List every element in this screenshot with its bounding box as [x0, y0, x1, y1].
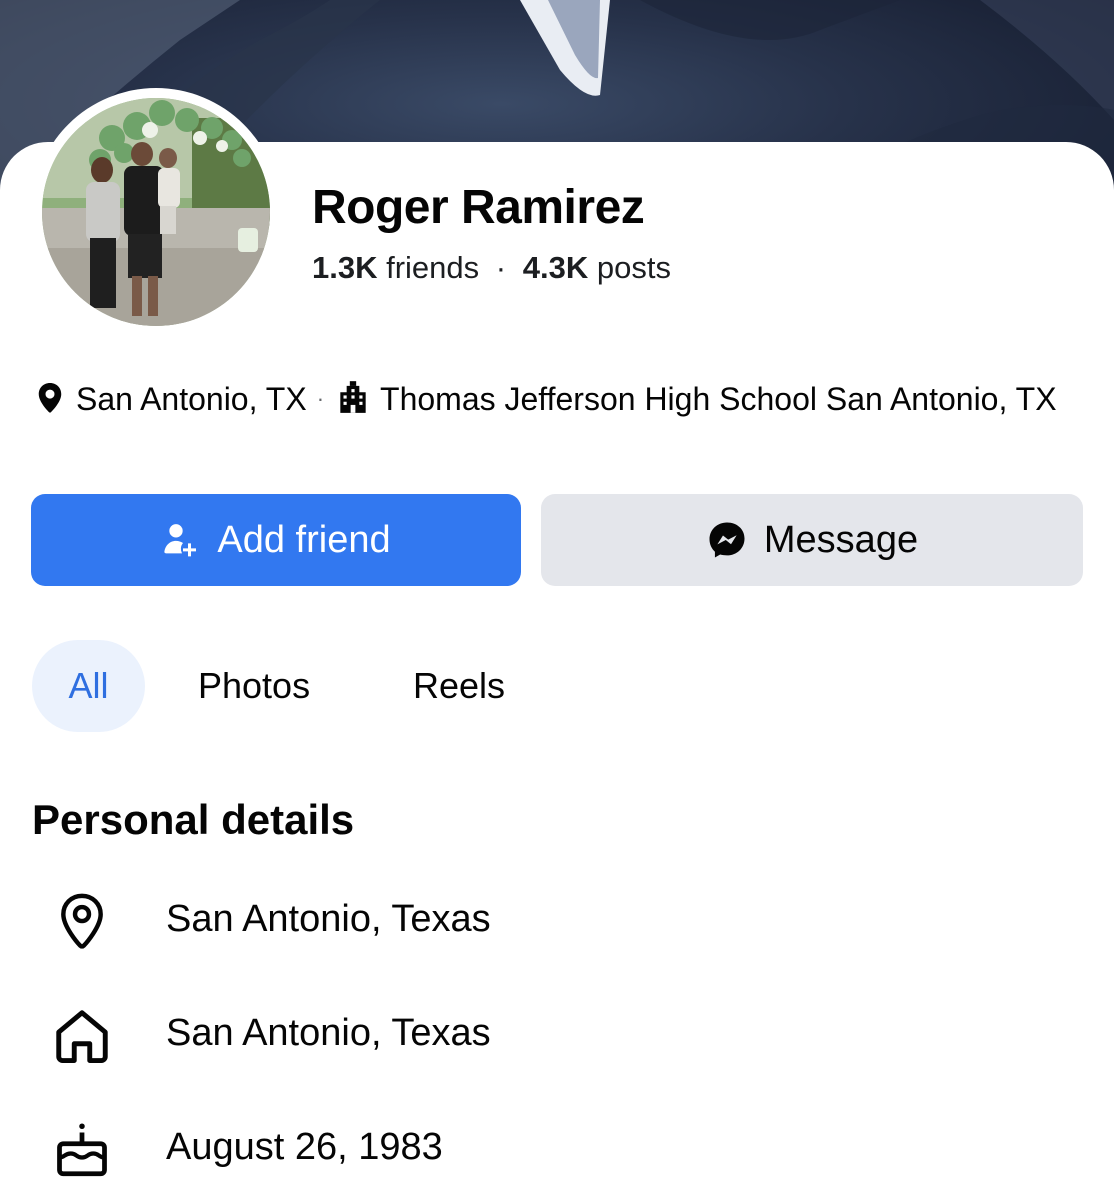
add-friend-button[interactable]: Add friend: [31, 494, 521, 586]
tab-reels[interactable]: Reels: [413, 640, 505, 732]
friends-label[interactable]: friends: [386, 250, 479, 285]
tab-photos[interactable]: Photos: [198, 640, 310, 732]
intro-location: San Antonio, TX: [76, 381, 307, 417]
person-add-icon: [161, 520, 201, 560]
profile-avatar[interactable]: [32, 88, 280, 336]
posts-label: posts: [596, 250, 671, 285]
home-icon: [50, 996, 114, 1076]
stats-separator: ·: [495, 250, 507, 285]
detail-hometown-text: San Antonio, Texas: [166, 1012, 491, 1054]
profile-stats: 1.3K friends · 4.3K posts: [312, 250, 671, 286]
messenger-icon: [706, 519, 748, 561]
profile-page: Roger Ramirez 1.3K friends · 4.3K posts …: [0, 0, 1114, 1199]
add-friend-label: Add friend: [217, 518, 391, 561]
location-pin-icon: [32, 380, 68, 426]
detail-current-city: San Antonio, Texas: [0, 882, 1114, 962]
friends-count[interactable]: 1.3K: [312, 250, 377, 285]
detail-birthday: August 26, 1983: [0, 1110, 1114, 1190]
message-button[interactable]: Message: [541, 494, 1083, 586]
posts-count: 4.3K: [522, 250, 589, 285]
detail-hometown: San Antonio, Texas: [0, 996, 1114, 1076]
birthday-cake-icon: [50, 1110, 114, 1190]
intro-separator: ·: [316, 386, 325, 411]
intro-school: Thomas Jefferson High School San Antonio…: [380, 381, 1057, 417]
school-building-icon: [334, 378, 372, 426]
avatar-photo: [42, 98, 270, 326]
avatar-photo-art: [42, 98, 270, 326]
profile-name: Roger Ramirez: [312, 181, 645, 234]
intro-line: San Antonio, TX · Thomas Jefferson High S…: [32, 378, 1092, 426]
detail-current-city-text: San Antonio, Texas: [166, 898, 491, 940]
location-pin-outline-icon: [50, 882, 114, 962]
tab-all[interactable]: All: [32, 640, 145, 732]
detail-birthday-text: August 26, 1983: [166, 1126, 443, 1168]
personal-details-title: Personal details: [32, 796, 355, 843]
message-label: Message: [763, 518, 919, 561]
